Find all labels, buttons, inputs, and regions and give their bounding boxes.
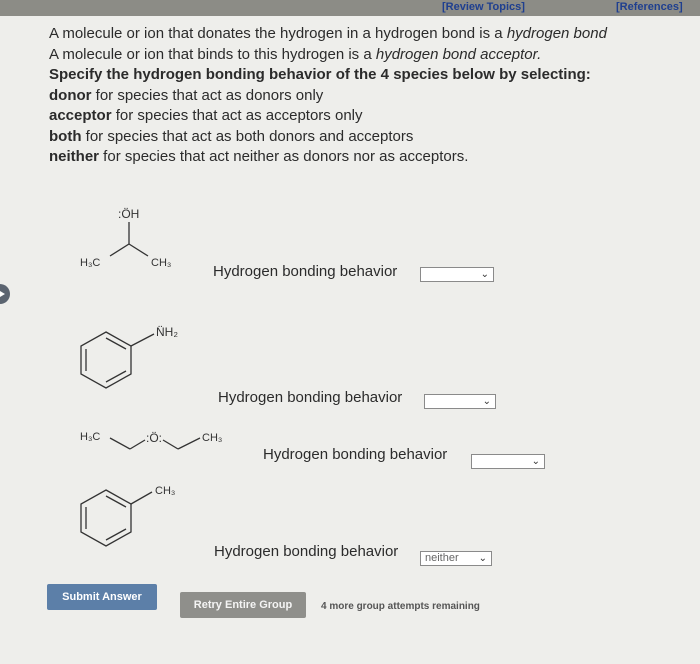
atom-o: :Ö: (146, 431, 162, 445)
retry-entire-group-button[interactable]: Retry Entire Group (180, 592, 306, 618)
submit-answer-button[interactable]: Submit Answer (47, 584, 157, 610)
species-1-select[interactable]: ⌄ (420, 267, 494, 282)
chevron-down-icon: ⌄ (531, 456, 540, 467)
atom-ch3: CH₃ (151, 257, 171, 269)
species-4-label: Hydrogen bonding behavior (214, 543, 399, 560)
species-3-select[interactable]: ⌄ (471, 454, 545, 469)
species-4-selected-value: neither (425, 552, 459, 564)
molecule-isopropanol (109, 222, 149, 257)
atom-h3c: H₃C (80, 431, 100, 443)
atom-oh: :ÖH (118, 207, 139, 221)
chevron-down-icon: ⌄ (482, 396, 491, 407)
molecule-toluene (80, 489, 153, 547)
atom-ch3: CH₃ (202, 432, 222, 444)
species-2-select[interactable]: ⌄ (424, 394, 496, 409)
molecule-structures: :ÖH H₃C CH₃ N̈H₂ H₃C :Ö: CH₃ CH₃ (80, 207, 222, 547)
chevron-down-icon: ⌄ (480, 269, 489, 280)
atom-nh2: N̈H₂ (156, 325, 178, 339)
attempts-remaining-text: 4 more group attempts remaining (321, 601, 480, 612)
molecule-aniline (80, 331, 155, 389)
atom-ch3: CH₃ (155, 485, 175, 497)
species-3-label: Hydrogen bonding behavior (263, 446, 448, 463)
species-2-label: Hydrogen bonding behavior (218, 389, 403, 406)
species-1-label: Hydrogen bonding behavior (213, 263, 398, 280)
species-4-select[interactable]: neither ⌄ (420, 551, 492, 566)
chevron-down-icon: ⌄ (478, 553, 487, 564)
atom-h3c: H₃C (80, 257, 100, 269)
